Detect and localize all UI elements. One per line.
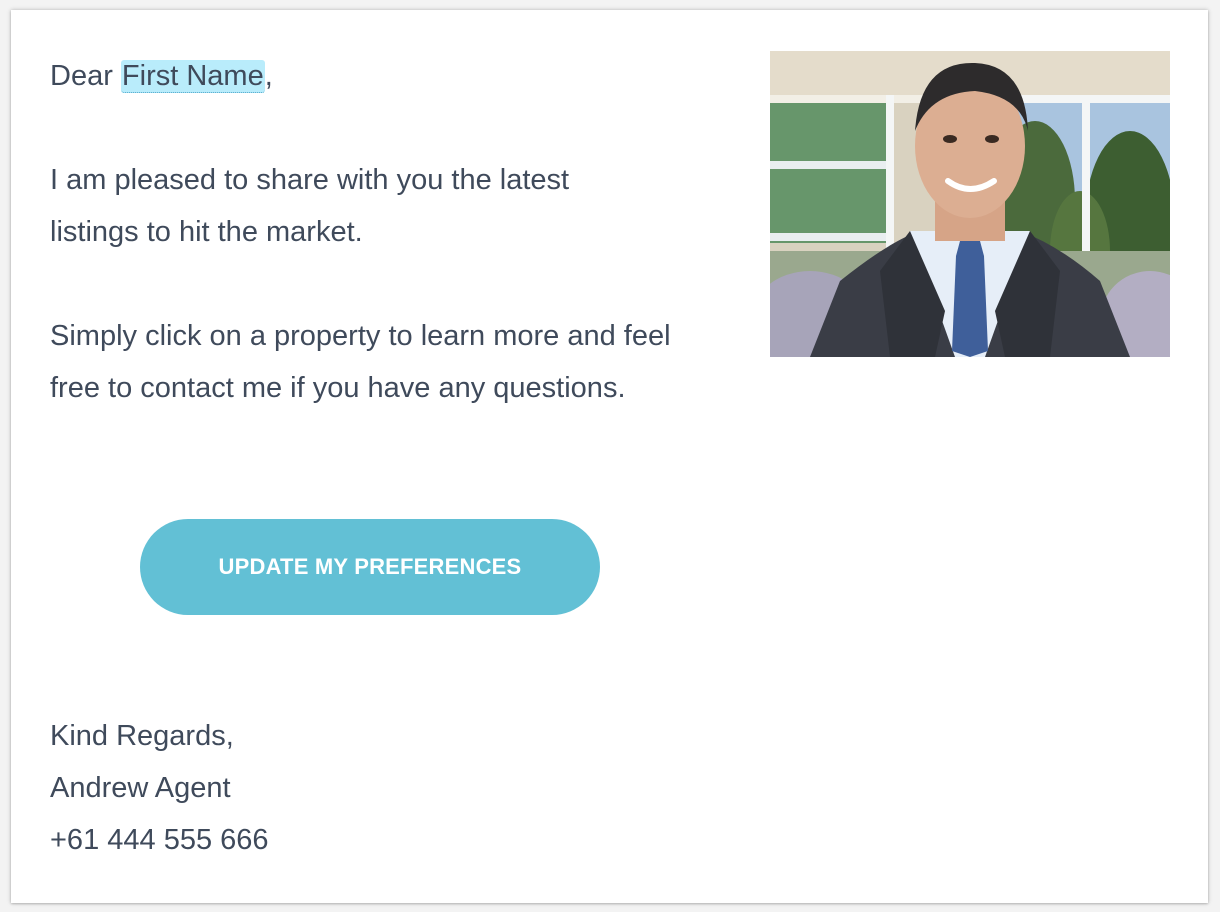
email-body-card: Dear First Name, I am pleased to share w… — [11, 10, 1208, 903]
greeting-suffix: , — [264, 60, 273, 92]
update-preferences-label: UPDATE MY PREFERENCES — [218, 554, 522, 579]
greeting-prefix: Dear — [50, 60, 121, 92]
intro-paragraph: I am pleased to share with you the lates… — [50, 164, 570, 248]
signature-name: Andrew Agent — [50, 772, 231, 804]
signature-phone: +61 444 555 666 — [50, 824, 269, 856]
update-preferences-button[interactable]: UPDATE MY PREFERENCES — [140, 519, 600, 615]
signature-closing: Kind Regards, — [50, 720, 234, 752]
signature-block: Kind Regards, Andrew Agent +61 444 555 6… — [50, 710, 700, 866]
agent-portrait-photo — [770, 51, 1170, 357]
instructions-paragraph: Simply click on a property to learn more… — [50, 320, 671, 404]
agent-portrait-image — [770, 51, 1170, 357]
greeting-line: Dear First Name, — [50, 50, 700, 102]
merge-tag-first-name[interactable]: First Name — [120, 60, 265, 93]
